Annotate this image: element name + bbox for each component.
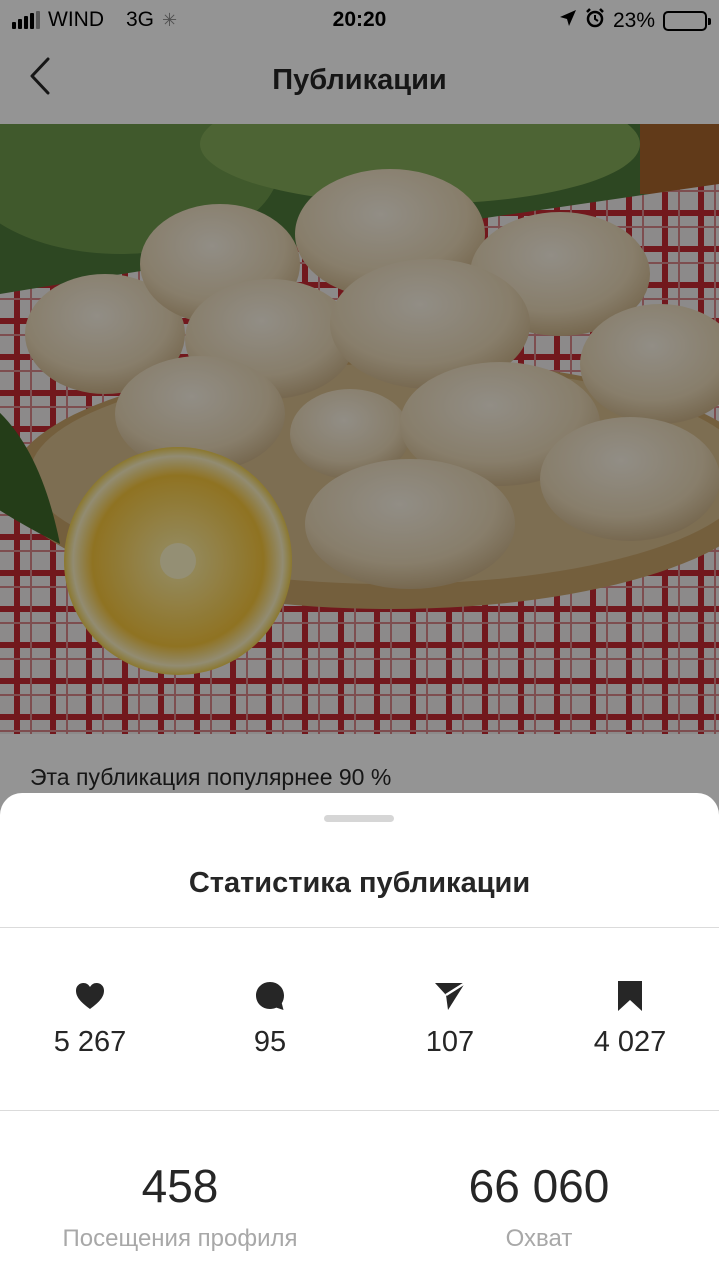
send-icon: [434, 980, 466, 1012]
metric-shares: 107: [360, 980, 540, 1059]
bookmark-icon: [614, 980, 646, 1012]
heart-icon: [74, 980, 106, 1012]
profile-visits-value: 458: [141, 1160, 219, 1212]
saves-count: 4 027: [593, 1026, 667, 1058]
metric-comments: 95: [180, 980, 360, 1059]
metric-saves: 4 027: [540, 980, 719, 1059]
comment-icon: [254, 980, 286, 1012]
likes-count: 5 267: [53, 1026, 127, 1058]
engagement-metrics: 5 267 95 107 4 027: [0, 928, 719, 1108]
sheet-title: Статистика публикации: [188, 867, 531, 899]
reach-value: 66 060: [468, 1160, 610, 1212]
reach-label: Охват: [505, 1225, 573, 1252]
profile-visits[interactable]: 458 Посещения профиля: [0, 1159, 360, 1253]
sheet-grabber[interactable]: [324, 815, 394, 822]
metric-likes: 5 267: [0, 980, 180, 1059]
reach-summary: 458 Посещения профиля 66 060 Охват: [0, 1111, 719, 1280]
comments-count: 95: [253, 1026, 287, 1058]
profile-visits-label: Посещения профиля: [62, 1225, 298, 1252]
shares-count: 107: [425, 1026, 475, 1058]
post-insights-sheet: Статистика публикации 5 267 95 107 4 027: [0, 793, 719, 1280]
reach[interactable]: 66 060 Охват: [359, 1159, 719, 1253]
